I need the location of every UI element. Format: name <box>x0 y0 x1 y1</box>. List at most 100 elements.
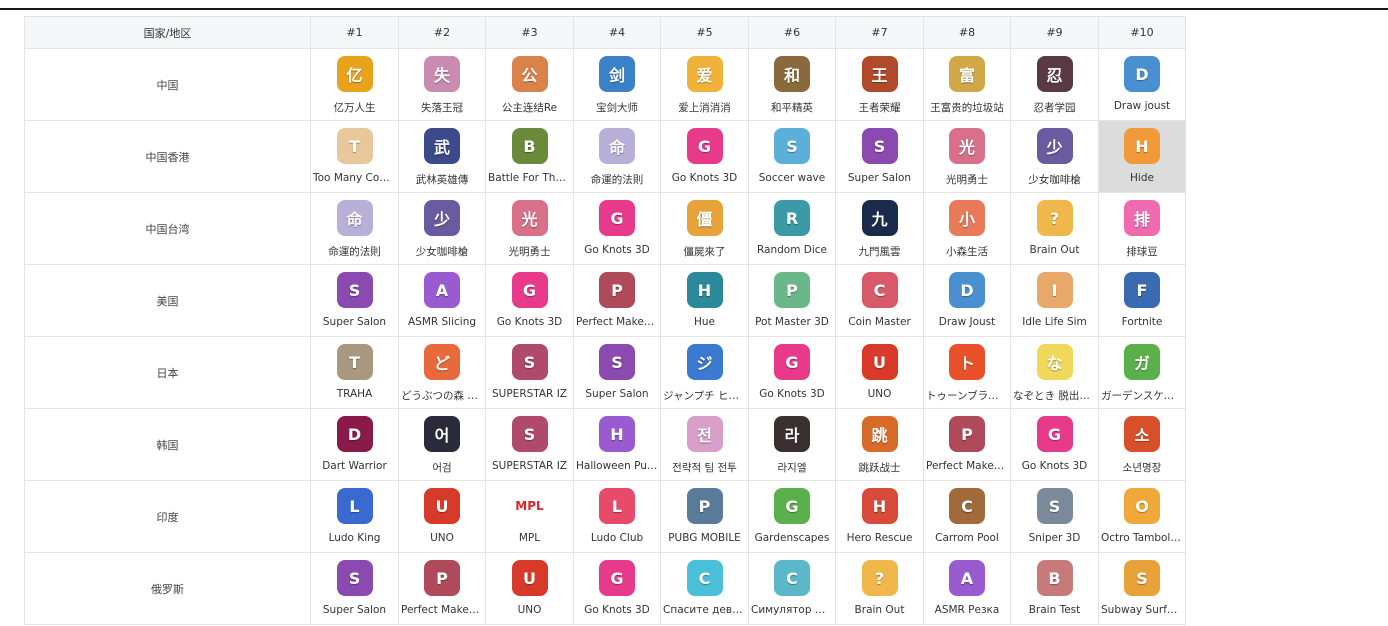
app-cell[interactable]: F Fortnite <box>1098 264 1186 337</box>
app-icon[interactable]: С <box>686 560 723 596</box>
app-cell[interactable]: A ASMR Slicing <box>398 264 486 337</box>
app-icon[interactable]: ど <box>424 344 460 380</box>
app-cell[interactable]: B Battle For The ... <box>485 120 574 193</box>
app-name[interactable]: 九門風雲 <box>836 244 923 259</box>
app-cell[interactable]: 라 라지엘 <box>748 408 836 481</box>
app-cell[interactable]: P Perfect Makeup ... <box>923 408 1011 481</box>
app-icon[interactable]: R <box>774 200 810 236</box>
app-icon[interactable]: A <box>424 272 460 308</box>
app-name[interactable]: Idle Life Sim <box>1011 316 1098 328</box>
app-name[interactable]: 小森生活 <box>924 244 1010 259</box>
app-name[interactable]: Hide <box>1099 172 1185 184</box>
app-name[interactable]: Go Knots 3D <box>486 316 573 328</box>
app-name[interactable]: Super Salon <box>311 316 398 328</box>
app-cell[interactable]: 小小森生活 <box>923 192 1011 265</box>
app-cell[interactable]: 武武林英雄傳 <box>398 120 486 193</box>
app-icon[interactable]: 어 <box>424 416 460 452</box>
app-name[interactable]: 라지엘 <box>749 460 835 475</box>
app-icon[interactable]: C <box>861 272 898 308</box>
app-cell[interactable]: U UNO <box>398 480 486 553</box>
app-name[interactable]: Halloween Pum... <box>574 460 660 472</box>
app-icon[interactable]: 命 <box>336 200 373 236</box>
app-icon[interactable]: B <box>511 128 548 164</box>
app-name[interactable]: 少女咖啡槍 <box>1011 172 1098 187</box>
app-name[interactable]: ジャンプチ ヒー... <box>661 388 748 403</box>
app-name[interactable]: Sniper 3D <box>1011 532 1098 544</box>
app-icon[interactable]: S <box>511 416 548 452</box>
app-icon[interactable]: G <box>1036 416 1073 452</box>
app-icon[interactable]: 忍 <box>1036 56 1073 92</box>
app-name[interactable]: Go Knots 3D <box>661 172 748 184</box>
app-icon[interactable]: S <box>861 128 898 164</box>
app-name[interactable]: Draw joust <box>1099 100 1185 112</box>
app-cell[interactable]: ジジャンプチ ヒー... <box>660 336 749 409</box>
app-icon[interactable]: 排 <box>1124 200 1160 236</box>
app-cell[interactable]: H Hue <box>660 264 749 337</box>
app-name[interactable]: Soccer wave <box>749 172 835 184</box>
app-cell[interactable]: 命命運的法則 <box>573 120 661 193</box>
app-cell[interactable]: G Go Knots 3D <box>660 120 749 193</box>
app-name[interactable]: Battle For The ... <box>486 172 573 184</box>
app-cell[interactable]: H Halloween Pum... <box>573 408 661 481</box>
app-cell[interactable]: ? Brain Out <box>835 552 924 625</box>
app-icon[interactable]: P <box>686 488 723 524</box>
app-name[interactable]: PUBG MOBILE <box>661 532 748 544</box>
app-cell[interactable]: 忍忍者学园 <box>1010 48 1099 121</box>
app-name[interactable]: Симулятор Ма... <box>749 604 835 616</box>
app-cell[interactable]: 亿亿万人生 <box>310 48 399 121</box>
app-name[interactable]: Pot Master 3D <box>749 316 835 328</box>
app-cell[interactable]: L Ludo Club <box>573 480 661 553</box>
app-name[interactable]: トゥーンブラスト <box>924 388 1010 403</box>
app-icon[interactable]: 光 <box>949 128 985 164</box>
app-icon[interactable]: U <box>861 344 898 380</box>
app-cell[interactable]: 失失落王冠 <box>398 48 486 121</box>
app-icon[interactable]: D <box>949 272 985 308</box>
app-cell[interactable]: 跳跳跃战士 <box>835 408 924 481</box>
app-cell[interactable]: 少少女咖啡槍 <box>1010 120 1099 193</box>
app-icon[interactable]: O <box>1124 488 1160 524</box>
app-cell[interactable]: G Go Knots 3D <box>1010 408 1099 481</box>
app-cell[interactable]: S Soccer wave <box>748 120 836 193</box>
app-icon[interactable]: 跳 <box>861 416 898 452</box>
app-icon[interactable]: S <box>511 344 548 380</box>
app-name[interactable]: 전략적 팀 전투 <box>661 460 748 475</box>
app-icon[interactable]: D <box>336 416 373 452</box>
app-name[interactable]: Perfect Makeup ... <box>924 460 1010 472</box>
app-cell[interactable]: 少少女咖啡槍 <box>398 192 486 265</box>
app-cell[interactable]: С Спасите девушку <box>660 552 749 625</box>
app-name[interactable]: Subway Surfers <box>1099 604 1185 616</box>
app-cell[interactable]: B Brain Test <box>1010 552 1099 625</box>
app-icon[interactable]: C <box>949 488 985 524</box>
app-name[interactable]: 王者荣耀 <box>836 100 923 115</box>
app-name[interactable]: Fortnite <box>1099 316 1185 328</box>
app-name[interactable]: 少女咖啡槍 <box>399 244 485 259</box>
app-icon[interactable]: ジ <box>686 344 723 380</box>
app-icon[interactable]: S <box>1036 488 1073 524</box>
app-icon[interactable]: 九 <box>861 200 898 236</box>
app-icon[interactable]: MPL <box>511 488 548 524</box>
app-icon[interactable]: 小 <box>949 200 985 236</box>
app-name[interactable]: SUPERSTAR IZ <box>486 460 573 472</box>
app-icon[interactable]: G <box>599 200 635 236</box>
app-cell[interactable]: 爱爱上消消消 <box>660 48 749 121</box>
app-name[interactable]: UNO <box>486 604 573 616</box>
app-icon[interactable]: 亿 <box>336 56 373 92</box>
app-name[interactable]: Brain Out <box>836 604 923 616</box>
app-cell[interactable]: T TRAHA <box>310 336 399 409</box>
app-name[interactable]: 武林英雄傳 <box>399 172 485 187</box>
app-cell[interactable]: O Octro Tambola ... <box>1098 480 1186 553</box>
app-name[interactable]: 命運的法則 <box>311 244 398 259</box>
app-icon[interactable]: H <box>861 488 898 524</box>
app-name[interactable]: Ludo King <box>311 532 398 544</box>
app-icon[interactable]: 전 <box>686 416 723 452</box>
app-name[interactable]: Random Dice <box>749 244 835 256</box>
app-name[interactable]: なぞとき 脱出ゲ... <box>1011 388 1098 403</box>
app-icon[interactable]: G <box>511 272 548 308</box>
app-cell[interactable]: L Ludo King <box>310 480 399 553</box>
app-icon[interactable]: A <box>949 560 985 596</box>
app-name[interactable]: Hero Rescue <box>836 532 923 544</box>
app-name[interactable]: Octro Tambola ... <box>1099 532 1185 544</box>
app-name[interactable]: ASMR Slicing <box>399 316 485 328</box>
app-cell[interactable]: G Go Knots 3D <box>485 264 574 337</box>
app-icon[interactable]: С <box>774 560 810 596</box>
